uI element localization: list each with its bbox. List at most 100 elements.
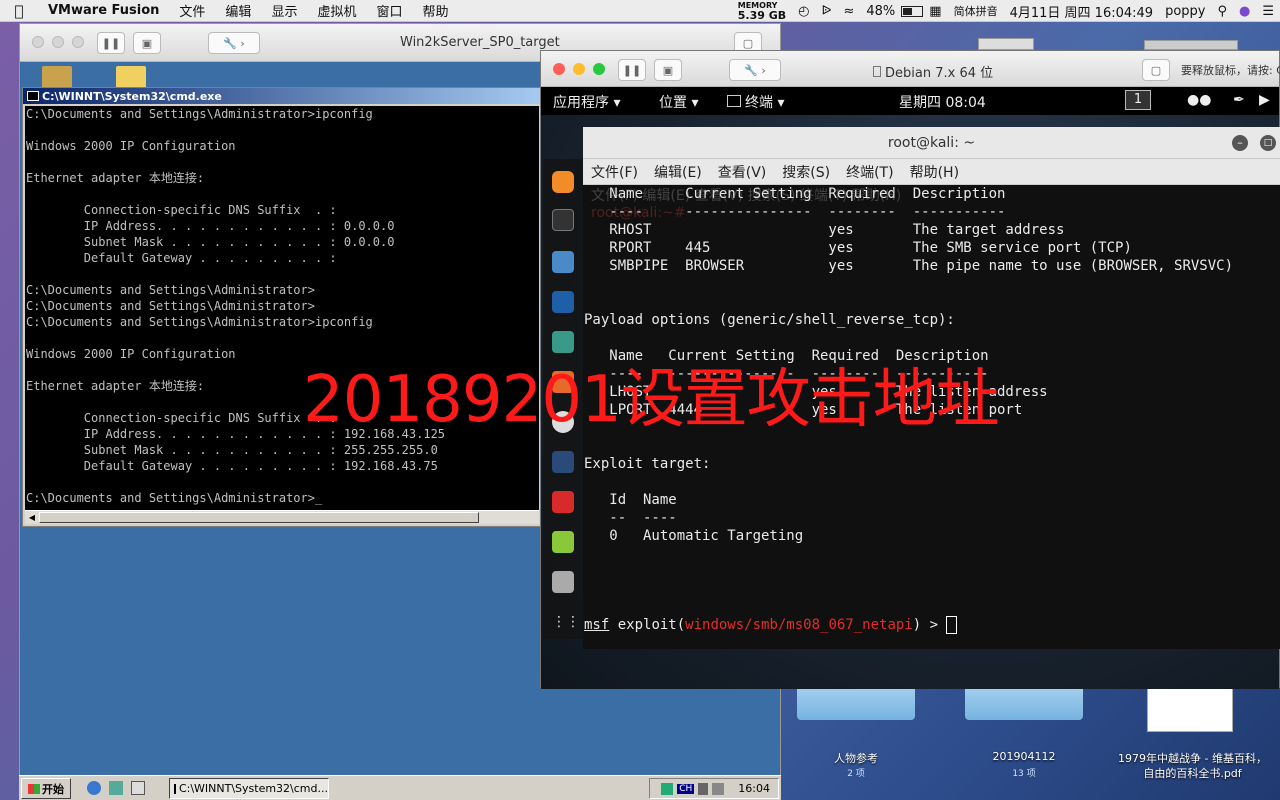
applications-menu[interactable]: 应用程序 ▾ xyxy=(553,92,620,112)
keyboard-icon[interactable] xyxy=(552,571,574,593)
tray-clock[interactable]: 16:04 xyxy=(738,782,770,795)
show-apps-icon[interactable]: ⋮⋮⋮ xyxy=(552,611,594,633)
annotation-overlay: 20189201设置攻击地址 xyxy=(303,363,1000,437)
minimize-button-2[interactable] xyxy=(573,63,585,75)
terminal-line: ---- --------------- -------- ----------… xyxy=(584,204,1006,220)
outlook-icon[interactable] xyxy=(131,781,145,795)
menu-view[interactable]: 显示 xyxy=(261,1,307,20)
cmd-line xyxy=(26,266,539,282)
explorer-icon[interactable] xyxy=(109,781,123,795)
faraday-icon[interactable] xyxy=(552,491,574,513)
notification-center-icon[interactable]: ☰ xyxy=(1256,4,1280,19)
terminal-menu-terminal[interactable]: 终端(T) xyxy=(838,162,901,182)
menu-app[interactable]: VMware Fusion xyxy=(38,3,169,18)
folder-renwu-count: 2 项 xyxy=(847,769,865,779)
terminal-menu-view[interactable]: 查看(V) xyxy=(710,162,775,182)
snapshot-icon-2[interactable]: ▣ xyxy=(654,59,682,81)
spotlight-icon[interactable]: ⚲ xyxy=(1211,4,1233,19)
terminal-maximize-icon[interactable]: □ xyxy=(1260,135,1276,151)
cmd-line: IP Address. . . . . . . . . . . . : 0.0.… xyxy=(26,219,395,233)
zoom-button[interactable] xyxy=(72,36,84,48)
battery-icon[interactable] xyxy=(901,5,924,17)
terminal-app-label: 终端 ▾ xyxy=(745,95,785,111)
taskbar-cmd-button[interactable]: C:\WINNT\System32\cmd... xyxy=(169,778,329,799)
settings-wrench-icon[interactable]: 🔧 › xyxy=(208,32,260,54)
fullscreen-icon-2[interactable]: ▢ xyxy=(1142,59,1170,81)
folder-icon[interactable] xyxy=(116,66,146,88)
pdf-label-line2: 自由的百科全书.pdf xyxy=(1143,767,1242,780)
tray-vmware-icon[interactable] xyxy=(712,782,725,795)
folder-201904112[interactable] xyxy=(965,684,1083,720)
cmd-titlebar[interactable]: C:\WINNT\System32\cmd.exe xyxy=(23,88,541,104)
scroll-left-icon[interactable]: ◀ xyxy=(26,512,38,523)
cmd-output[interactable]: C:\Documents and Settings\Administrator>… xyxy=(25,106,539,510)
network-places-icon[interactable] xyxy=(42,66,72,88)
terminal-line: Name Current Setting Required Descriptio… xyxy=(584,186,1006,202)
menu-vm[interactable]: 虚拟机 xyxy=(307,1,366,20)
input-method-icon[interactable]: ▦ xyxy=(923,4,947,19)
input-method-label[interactable]: 简体拼音 xyxy=(948,3,1004,19)
battery-percent[interactable]: 48% xyxy=(860,4,901,19)
ie-icon[interactable] xyxy=(87,781,101,795)
zoom-button-2[interactable] xyxy=(593,63,605,75)
pause-icon-2[interactable]: ❚❚ xyxy=(618,59,646,81)
menu-file[interactable]: 文件 xyxy=(169,1,215,20)
pause-icon[interactable]: ❚❚ xyxy=(97,32,125,54)
menu-help[interactable]: 帮助 xyxy=(412,1,458,20)
terminal-menu-file[interactable]: 文件(F) xyxy=(583,162,646,182)
apple-icon[interactable]:  xyxy=(0,2,38,20)
terminal-cursor xyxy=(946,616,958,634)
minimize-button[interactable] xyxy=(52,36,64,48)
tray-network-icon[interactable] xyxy=(661,782,674,795)
terminal-menu-help[interactable]: 帮助(H) xyxy=(902,162,967,182)
armitage-icon[interactable] xyxy=(552,331,574,353)
settings-wrench-icon-2[interactable]: 🔧 › xyxy=(729,59,781,81)
tray-speaker-icon[interactable] xyxy=(698,782,709,795)
close-button-2[interactable] xyxy=(553,63,565,75)
terminal-menu-edit[interactable]: 编辑(E) xyxy=(646,162,710,182)
folder-renwu[interactable] xyxy=(797,684,915,720)
files-icon[interactable] xyxy=(552,251,574,273)
leafpad-icon[interactable] xyxy=(552,531,574,553)
snapshot-icon[interactable]: ▣ xyxy=(133,32,161,54)
clock[interactable]: 4月11日 周四 16:04:49 xyxy=(1004,2,1159,21)
memory-value: 5.39 GB xyxy=(737,8,787,22)
terminal-app-menu[interactable]: 终端 ▾ xyxy=(727,92,784,112)
user-name[interactable]: poppy xyxy=(1159,4,1211,19)
folder-renwu-label: 人物参考 xyxy=(834,752,878,765)
terminal-minimize-icon[interactable]: – xyxy=(1232,135,1248,151)
memory-indicator[interactable]: MEMORY 5.39 GB xyxy=(732,1,792,22)
metasploit-icon[interactable] xyxy=(552,291,574,313)
start-button[interactable]: 开始 xyxy=(21,778,71,799)
gnome-clock[interactable]: 星期四 08:04 xyxy=(899,92,986,112)
terminal-titlebar[interactable]: root@kali: ~ – □ xyxy=(583,127,1280,159)
desktop-drive-icon-2[interactable] xyxy=(1144,40,1238,50)
bluetooth-icon[interactable]: ᐉ xyxy=(815,4,837,19)
wifi-icon[interactable]: ≈ xyxy=(837,4,860,19)
time-machine-icon[interactable]: ◴ xyxy=(792,4,815,19)
cmd-line xyxy=(26,154,539,170)
pen-icon[interactable]: ✒ xyxy=(1233,92,1245,108)
mac-menubar:  VMware Fusion 文件 编辑 显示 虚拟机 窗口 帮助 MEMOR… xyxy=(0,0,1280,22)
close-button[interactable] xyxy=(32,36,44,48)
cmd-line: C:\Documents and Settings\Administrator> xyxy=(26,299,315,313)
beef-icon[interactable] xyxy=(552,451,574,473)
terminal-menu-search[interactable]: 搜索(S) xyxy=(774,162,838,182)
siri-icon[interactable]: ● xyxy=(1233,4,1256,19)
firefox-icon[interactable] xyxy=(552,171,574,193)
desktop-drive-icon[interactable] xyxy=(978,38,1034,50)
speaker-icon[interactable]: ▶ xyxy=(1259,92,1270,108)
pdf-thumbnail[interactable] xyxy=(1147,684,1233,732)
workspace-indicator[interactable]: 1 xyxy=(1125,90,1151,110)
tray-lang[interactable]: CH xyxy=(677,783,695,794)
scrollbar-thumb[interactable] xyxy=(39,512,479,523)
cmd-horizontal-scrollbar[interactable]: ◀ xyxy=(25,510,539,524)
terminal-prompt-line[interactable]: msf exploit(windows/smb/ms08_067_netapi)… xyxy=(584,598,958,634)
release-mouse-hint: 要释放鼠标，请按: C xyxy=(1181,64,1280,77)
terminal-dock-icon[interactable] xyxy=(552,209,574,231)
menu-window[interactable]: 窗口 xyxy=(366,1,412,20)
users-icon[interactable]: ●● xyxy=(1187,92,1211,108)
places-menu[interactable]: 位置 ▾ xyxy=(659,92,698,112)
menu-edit[interactable]: 编辑 xyxy=(215,1,261,20)
